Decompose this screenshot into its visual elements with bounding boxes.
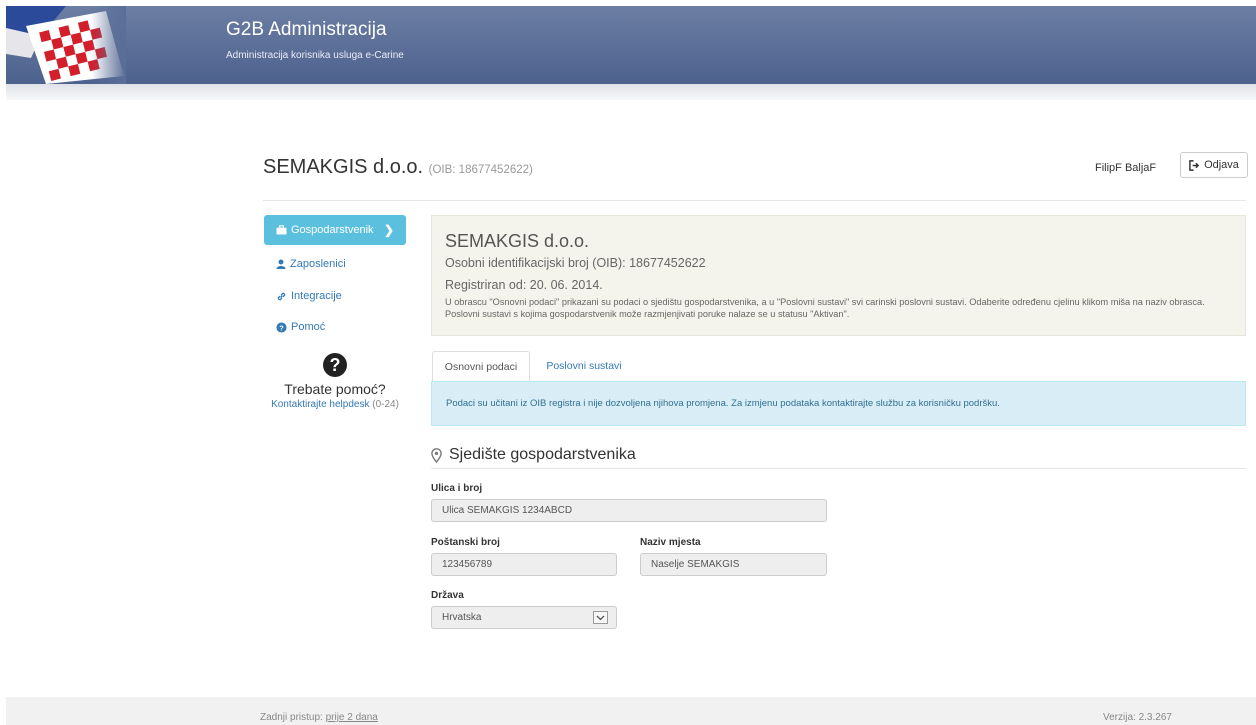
header-divider	[6, 84, 1256, 100]
sidebar-item-pomoc[interactable]: ? Pomoć	[264, 312, 406, 342]
croatia-flag-logo	[6, 6, 126, 84]
sidebar-item-integracije[interactable]: Integracije	[264, 281, 406, 311]
street-label: Ulica i broj	[431, 483, 483, 494]
street-field[interactable]: Ulica SEMAKGIS 1234ABCD	[431, 499, 827, 522]
last-access: Zadnji pristup: prije 2 dana	[260, 712, 378, 723]
tab-poslovni-sustavi[interactable]: Poslovni sustavi	[532, 351, 636, 381]
company-oib: Osobni identifikacijski broj (OIB): 1867…	[445, 256, 706, 270]
app-title: G2B Administracija	[226, 19, 387, 40]
page-title-oib: (OIB: 18677452622)	[428, 164, 533, 176]
city-label: Naziv mjesta	[640, 537, 701, 548]
question-circle-icon: ?	[276, 321, 287, 333]
postal-code-field[interactable]: 123456789	[431, 553, 617, 576]
section-divider	[431, 468, 1246, 469]
chevron-right-icon: ❯	[383, 223, 394, 237]
page-title: SEMAKGIS d.o.o. (OIB: 18677452622)	[263, 156, 533, 179]
logout-label: Odjava	[1204, 159, 1239, 171]
map-marker-icon	[431, 447, 442, 463]
helpdesk-link[interactable]: Kontaktirajte helpdesk	[271, 399, 369, 410]
company-description: U obrascu "Osnovni podaci" prikazani su …	[445, 297, 1205, 319]
section-heading-label: Sjedište gospodarstvenika	[449, 446, 636, 463]
sidebar-item-gospodarstvenik[interactable]: Gospodarstvenik ❯	[264, 215, 406, 245]
sidebar-item-label: Zaposlenici	[290, 258, 346, 270]
chevron-down-icon[interactable]	[593, 611, 608, 624]
last-access-label: Zadnji pristup:	[260, 712, 323, 723]
country-label: Država	[431, 590, 464, 601]
top-divider	[263, 200, 1246, 201]
company-registered: Registriran od: 20. 06. 2014.	[445, 278, 603, 292]
help-icon: ?	[323, 353, 347, 377]
company-name: SEMAKGIS d.o.o.	[445, 231, 590, 251]
svg-text:?: ?	[279, 323, 284, 332]
postal-code-label: Poštanski broj	[431, 537, 500, 548]
section-heading: Sjedište gospodarstvenika	[431, 446, 636, 464]
help-box: ? Trebate pomoć? Kontaktirajte helpdesk …	[255, 353, 415, 410]
help-title: Trebate pomoć?	[284, 381, 386, 397]
footer: Zadnji pristup: prije 2 dana Verzija: 2.…	[6, 697, 1256, 725]
country-select-value: Hrvatska	[442, 612, 482, 623]
logout-icon	[1189, 159, 1200, 171]
tab-osnovni-podaci[interactable]: Osnovni podaci	[432, 351, 530, 382]
app-header: G2B Administracija Administracija korisn…	[6, 6, 1256, 84]
app-subtitle: Administracija korisnika usluga e-Carine	[226, 50, 404, 61]
last-access-link[interactable]: prije 2 dana	[326, 712, 378, 723]
page-title-company: SEMAKGIS d.o.o.	[263, 156, 424, 178]
country-select[interactable]: Hrvatska	[431, 606, 617, 629]
user-icon	[276, 259, 286, 269]
sidebar-item-zaposlenici[interactable]: Zaposlenici	[264, 249, 406, 279]
city-field[interactable]: Naselje SEMAKGIS	[640, 553, 827, 576]
company-info-panel: SEMAKGIS d.o.o. Osobni identifikacijski …	[431, 215, 1246, 336]
info-alert: Podaci su učitani iz OIB registra i nije…	[431, 381, 1246, 426]
briefcase-icon	[276, 225, 287, 235]
current-user-name: FilipF BaljaF	[1095, 162, 1157, 174]
sidebar-item-label: Pomoć	[291, 321, 326, 333]
sidebar-item-label: Integracije	[291, 290, 342, 302]
logout-button[interactable]: Odjava	[1180, 152, 1248, 178]
helpdesk-hours: (0-24)	[372, 399, 399, 410]
link-icon	[277, 292, 286, 300]
version-label: Verzija: 2.3.267	[1103, 712, 1172, 723]
sidebar-item-label: Gospodarstvenik	[291, 224, 374, 236]
